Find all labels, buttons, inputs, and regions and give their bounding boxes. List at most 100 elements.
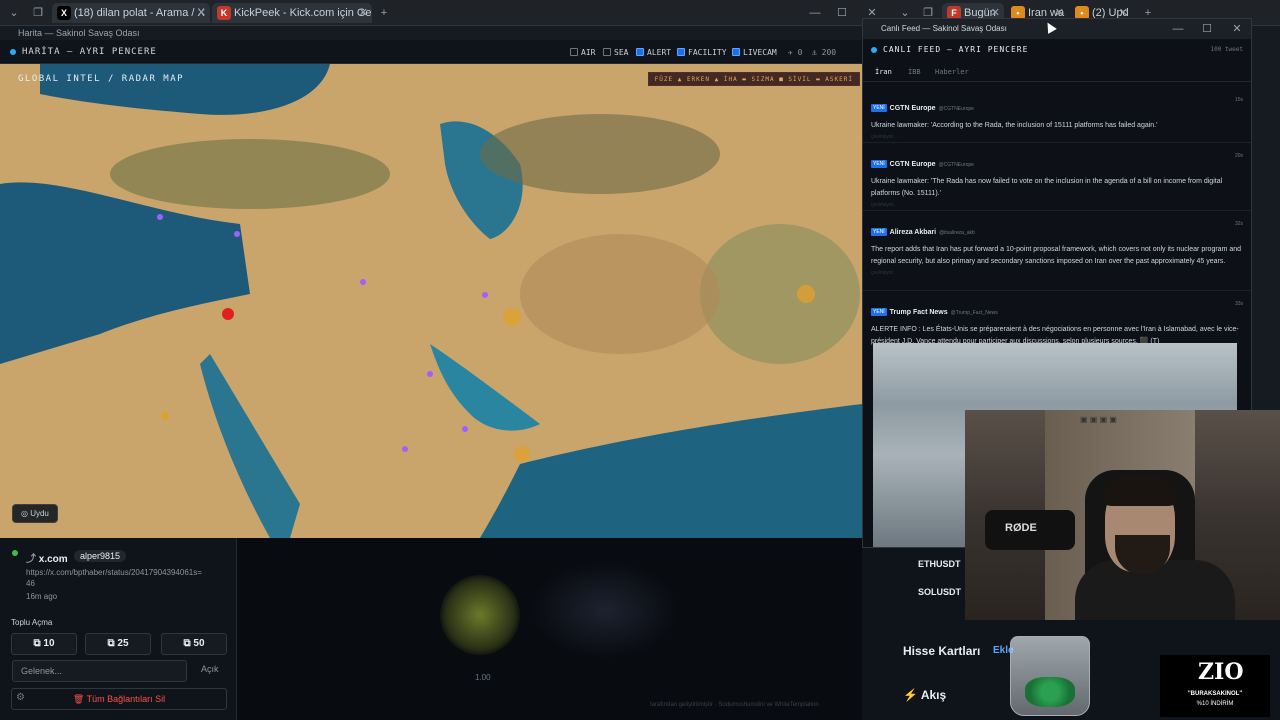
close-icon[interactable]: ✕ — [197, 3, 206, 23]
facility-marker[interactable] — [503, 308, 521, 326]
facility-marker[interactable] — [514, 446, 530, 462]
incoming-input[interactable]: Gelenek... — [12, 660, 187, 682]
tweet-item[interactable]: YENİ CGTN Europe @CGTNEurope 20s Ukraine l… — [871, 153, 1243, 208]
link-panel: ⤴ x.com alper9815 https://x.com/bpthaber… — [0, 538, 237, 720]
event-marker[interactable] — [482, 292, 488, 298]
new-tab-icon[interactable]: + — [376, 5, 392, 21]
tweet-translating: çevirisiyor... — [871, 134, 898, 140]
alert-marker[interactable] — [222, 308, 234, 320]
open-10-button[interactable]: ⧉ 10 — [11, 633, 77, 655]
clover-icon — [1025, 677, 1075, 707]
tab-x-search[interactable]: X (18) dilan polat - Arama / X ✕ — [52, 3, 210, 23]
tweet-author: CGTN Europe — [889, 105, 936, 112]
new-badge: YENİ — [871, 308, 887, 316]
new-badge: YENİ — [871, 228, 887, 236]
delete-all-links-button[interactable]: 🗑 Tüm Bağlantıları Sil — [11, 688, 227, 710]
credit-text: tarafından geliştirilmiştir · Sodumushum… — [650, 702, 819, 708]
map-header: HARİTA — AYRI PENCERE AIR SEA ALERT FACI… — [0, 40, 862, 64]
tab-ibb[interactable]: İBB — [908, 68, 921, 76]
uydu-label: Uydu — [30, 509, 49, 518]
facility-marker[interactable] — [797, 285, 815, 303]
map-terrain[interactable] — [0, 64, 862, 538]
tweet-translating: çevirisiyor... — [871, 270, 898, 276]
gear-icon[interactable]: ⚙ — [16, 692, 25, 703]
link-icon: ⤴ — [26, 554, 39, 565]
maximize-icon[interactable]: ☐ — [1198, 20, 1216, 38]
tweet-time: 33s — [1234, 301, 1243, 307]
blurred-content — [530, 560, 680, 660]
event-marker[interactable] — [157, 214, 163, 220]
tweet-count: 100 tweet — [1210, 46, 1243, 53]
clover-jar — [1010, 636, 1090, 716]
feed-window-title: Canlı Feed — Sakinol Savaş Odası — [863, 19, 1251, 39]
map-header-title: HARİTA — AYRI PENCERE — [10, 47, 157, 57]
tweet-text: The report adds that Iran has put forwar… — [871, 246, 1242, 265]
open-toggle[interactable]: Açık — [201, 664, 219, 674]
link-source[interactable]: ⤴ x.com — [26, 550, 68, 565]
tweet-author: Alireza Akbari — [889, 229, 937, 236]
webcam-overlay: ▣ ▣ ▣ ▣ RØDE — [965, 410, 1280, 620]
tweet-handle: @itsalireza_akb — [939, 230, 975, 236]
event-marker[interactable] — [402, 446, 408, 452]
tweet-handle: @CGTNEurope — [938, 106, 974, 112]
sponsor-discount: %10 İNDİRİM — [1196, 701, 1234, 707]
close-window-icon[interactable]: ✕ — [1228, 20, 1246, 38]
filter-air[interactable]: AIR — [570, 48, 595, 57]
checkbox-icon[interactable] — [603, 48, 611, 56]
source-label: x.com — [38, 554, 68, 565]
user-badge: alper9815 — [74, 550, 127, 562]
ship-count: ⚓ 200 — [812, 48, 837, 57]
event-marker[interactable] — [427, 371, 433, 377]
external-link-icon: ⧉ — [107, 638, 118, 649]
checkbox-icon[interactable] — [636, 48, 644, 56]
checkbox-icon[interactable] — [732, 48, 740, 56]
microphone: RØDE — [985, 510, 1075, 550]
tweet-text: Ukraine lawmaker: 'According to the Rada… — [871, 122, 1158, 129]
filter-facility[interactable]: FACILITY — [677, 48, 727, 57]
tab-haberler[interactable]: Haberler — [935, 68, 969, 76]
open-25-button[interactable]: ⧉ 25 — [85, 633, 151, 655]
minimize-icon[interactable]: — — [1169, 20, 1187, 38]
minimize-icon[interactable]: — — [806, 4, 824, 22]
event-marker[interactable] — [161, 412, 169, 420]
event-marker[interactable] — [360, 279, 366, 285]
tab-label: KickPeek - Kick.com için Gerçek Za — [234, 7, 372, 19]
tweet-author: Trump Fact News — [889, 309, 948, 316]
checkbox-icon[interactable] — [570, 48, 578, 56]
maximize-icon[interactable]: ☐ — [833, 4, 851, 22]
sponsor-logo: ZIO — [1198, 659, 1244, 685]
radar-map[interactable]: GLOBAL INTEL / RADAR MAP FÜZE ▲ ERKEN ▲ … — [0, 64, 862, 538]
tweet-item[interactable]: YENİ Alireza Akbari @itsalireza_akb 32s Th… — [871, 221, 1243, 276]
checkbox-icon[interactable] — [677, 48, 685, 56]
divider — [863, 290, 1251, 291]
satellite-toggle-button[interactable]: ◎ Uydu — [12, 504, 58, 523]
map-window: Harita — Sakinol Savaş Odası HARİTA — AY… — [0, 26, 862, 538]
tweet-translating: çevirisiyor... — [871, 202, 898, 208]
event-marker[interactable] — [462, 426, 468, 432]
tweet-time: 32s — [1234, 221, 1243, 227]
link-time: 16m ago — [26, 592, 58, 601]
tweet-item[interactable]: YENİ CGTN Europe @CGTNEurope 15s Ukraine l… — [871, 97, 1243, 140]
tab-kickpeek[interactable]: K KickPeek - Kick.com için Gerçek Za ✕ — [212, 3, 372, 23]
flow-heading: ⚡ Akış — [903, 688, 946, 702]
open-25-label: 25 — [117, 638, 129, 649]
link-url[interactable]: https://x.com/bpthaber/status/2041790439… — [26, 567, 206, 589]
tab-iran[interactable]: İran — [875, 68, 892, 76]
open-50-button[interactable]: ⧉ 50 — [161, 633, 227, 655]
external-link-icon: ⧉ — [183, 638, 194, 649]
tweet-item[interactable]: YENİ Trump Fact News @Trump_Fact_News 33s … — [871, 301, 1243, 348]
tweet-time: 20s — [1234, 153, 1243, 159]
plane-count-value: 0 — [797, 48, 803, 57]
filter-alert[interactable]: ALERT — [636, 48, 671, 57]
delete-all-label: Tüm Bağlantıları Sil — [86, 694, 166, 704]
feed-header-text: CANLI FEED — AYRI PENCERE — [883, 45, 1029, 54]
event-marker[interactable] — [234, 231, 240, 237]
filter-livecam[interactable]: LIVECAM — [732, 48, 777, 57]
tab-list-icon[interactable]: ⌄ — [6, 5, 22, 21]
bulk-open-label: Toplu Açma — [11, 618, 53, 627]
filter-sea[interactable]: SEA — [603, 48, 628, 57]
open-10-label: 10 — [43, 638, 55, 649]
tweet-text: Ukraine lawmaker: 'The Rada has now fail… — [871, 178, 1223, 197]
workspaces-icon[interactable]: ❐ — [30, 5, 46, 21]
close-icon[interactable]: ✕ — [359, 3, 368, 23]
